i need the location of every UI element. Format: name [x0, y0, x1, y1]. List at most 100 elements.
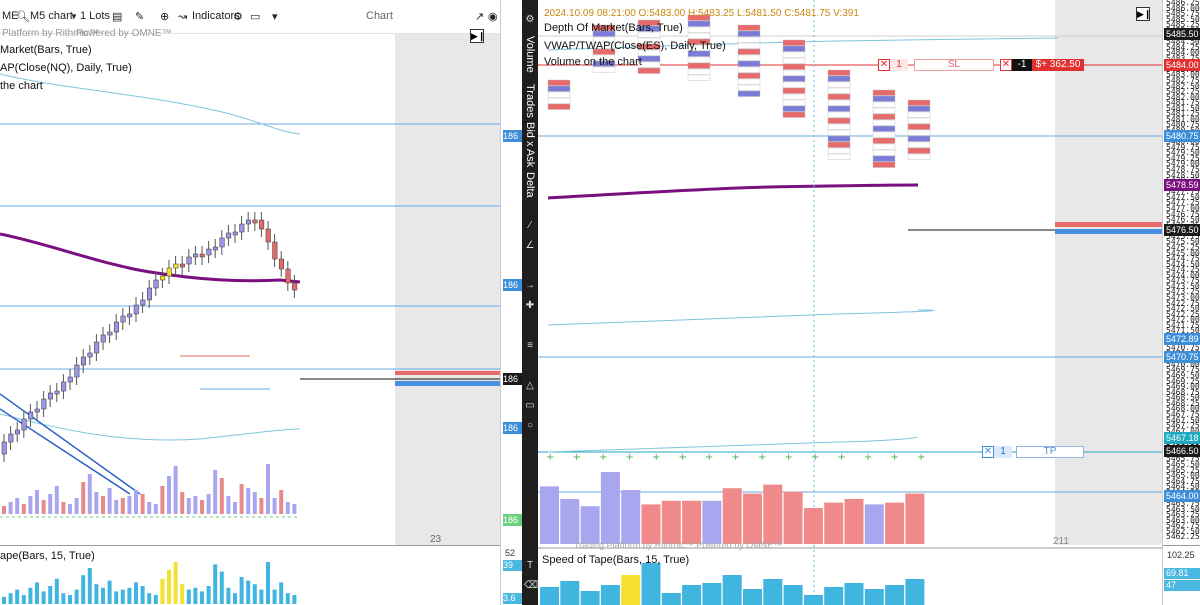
footprint-cell: [827, 111, 851, 118]
speed-of-tape-subpanel[interactable]: ape(Bars, 15, True): [0, 545, 500, 605]
cancel-sl-icon[interactable]: ✕: [878, 59, 890, 71]
sl-qty[interactable]: 1: [890, 59, 908, 71]
subpanel-label: Speed of Tape(Bars, 15, True): [542, 554, 690, 566]
circle-tool-icon[interactable]: ○: [524, 420, 536, 432]
volume-bar: [885, 502, 905, 544]
delta-marker: +: [864, 452, 872, 463]
side-tab-trades[interactable]: Trades: [524, 84, 536, 118]
sl-label[interactable]: SL: [914, 59, 994, 71]
speed-bar: [160, 578, 165, 604]
position-pnl[interactable]: $+ 362.50: [1032, 59, 1084, 71]
footprint-cell: [827, 147, 851, 154]
speed-bar: [803, 595, 823, 605]
lots-dropdown[interactable]: 1 Lots: [80, 10, 110, 22]
pencil-icon[interactable]: ✎: [135, 10, 144, 23]
delta-markers: + + + + + + + + + + + + + + +: [546, 452, 925, 463]
volume-bar: [702, 500, 722, 544]
settings-icon[interactable]: ⚙: [233, 10, 243, 23]
skip-to-end-icon[interactable]: ▶❙: [1136, 7, 1151, 21]
menu-chevron-icon[interactable]: ▾: [272, 10, 278, 23]
speed-bar: [844, 583, 864, 605]
tp-label[interactable]: TP: [1016, 446, 1084, 458]
speed-bar: [127, 587, 132, 604]
speed-bar: [219, 571, 224, 604]
volume-bar: [621, 490, 641, 544]
chevron-down-icon[interactable]: ▼: [70, 12, 78, 21]
speed-bar: [783, 585, 803, 605]
candle: [278, 258, 284, 270]
indicator-label[interactable]: VWAP/TWAP(Close(ES), Daily, True): [544, 40, 726, 52]
layout-icon[interactable]: ▭: [250, 10, 260, 23]
line-tool-icon[interactable]: ∕: [524, 220, 536, 232]
footprint-cell: [782, 51, 806, 58]
price-tag: 186: [503, 514, 523, 526]
gear-icon[interactable]: ⚙: [524, 14, 536, 26]
delta-marker: +: [785, 452, 793, 463]
volume-bar: [173, 466, 178, 514]
speed-bar: [560, 581, 580, 605]
delta-marker: +: [599, 452, 607, 463]
volume-bar: [48, 494, 53, 514]
rectangle-tool-icon[interactable]: ▭: [524, 400, 536, 412]
eraser-icon[interactable]: ⌫: [524, 580, 538, 592]
trend-line: [0, 393, 141, 495]
arrow-tool-icon[interactable]: →: [524, 280, 536, 292]
cancel-tp-icon[interactable]: ✕: [982, 446, 994, 458]
zoom-icon[interactable]: ⊕: [160, 10, 169, 23]
right-chart-panel[interactable]: + + + + + + + + + + + + + + + 211 2024.10.09 08:21:00 …: [538, 0, 1162, 605]
speed-bar: [226, 587, 231, 604]
candle: [54, 390, 60, 395]
side-tab-bidask[interactable]: Bid x Ask: [524, 122, 536, 167]
volume-bar: [200, 500, 204, 514]
expand-icon[interactable]: ↗: [475, 10, 484, 23]
candle: [127, 313, 133, 318]
right-price-plot[interactable]: + + + + + + + + + + + + + + + 211: [538, 0, 1162, 605]
skip-to-end-icon[interactable]: ▶❙: [470, 29, 485, 43]
delta-marker: +: [811, 452, 819, 463]
price-axis[interactable]: 5486.255486.005485.755485.505485.255485.…: [1162, 0, 1200, 605]
camera-icon[interactable]: ◉: [488, 10, 498, 23]
left-chart-panel[interactable]: ME 🔍︎ M5 chart ▼ 1 Lots ▤ ✎ ⊕ ↝ Indicato…: [0, 0, 500, 605]
angle-tool-icon[interactable]: ∠: [524, 240, 536, 252]
price-box: 5467.18: [1164, 432, 1200, 444]
indicator-label[interactable]: the chart: [0, 80, 43, 92]
volume-bar: [213, 470, 218, 514]
volume-bar: [279, 490, 284, 514]
bar-count: 211: [1053, 536, 1069, 547]
footprint-cell: [547, 91, 571, 98]
chart-type-icon[interactable]: ▤: [112, 10, 122, 23]
text-tool-icon[interactable]: T: [524, 560, 536, 572]
indicator-label[interactable]: Volume on the chart: [544, 56, 642, 68]
speed-bar: [580, 591, 600, 605]
fib-tool-icon[interactable]: ≡: [524, 340, 536, 352]
footprint-cell: [907, 135, 931, 142]
footprint-cell: [872, 95, 896, 102]
volume-bar: [167, 476, 171, 514]
volume-bar: [81, 482, 86, 514]
left-price-plot[interactable]: 23: [0, 34, 500, 545]
speed-bar: [167, 569, 171, 604]
footprint-cell: [827, 99, 851, 106]
indicator-label[interactable]: AP(Close(NQ), Daily, True): [0, 62, 132, 74]
search-icon[interactable]: 🔍︎: [16, 10, 30, 23]
close-position-icon[interactable]: ✕: [1000, 59, 1012, 71]
volume-bar: [600, 472, 620, 544]
footprint-cell: [907, 123, 931, 130]
sub-scale-value: 52: [505, 548, 516, 558]
volume-bar: [180, 492, 185, 514]
side-tab-volume[interactable]: Volume: [524, 36, 536, 73]
speed-bar: [35, 582, 39, 604]
side-tab-delta[interactable]: Delta: [524, 172, 536, 198]
volume-bar: [661, 500, 681, 544]
volume-bar: [35, 490, 39, 514]
indicator-label[interactable]: Depth Of Market(Bars, True): [544, 22, 683, 34]
triangle-tool-icon[interactable]: △: [524, 380, 536, 392]
tp-qty[interactable]: 1: [994, 446, 1012, 458]
position-qty[interactable]: -1: [1012, 59, 1032, 71]
indicator-label[interactable]: Market(Bars, True): [0, 44, 92, 56]
vwap-line: [547, 183, 919, 200]
candle: [245, 219, 251, 225]
crosshair-icon[interactable]: ✚: [524, 300, 536, 312]
chart-name-dropdown[interactable]: M5 chart: [30, 10, 73, 22]
delta-marker: +: [917, 452, 925, 463]
